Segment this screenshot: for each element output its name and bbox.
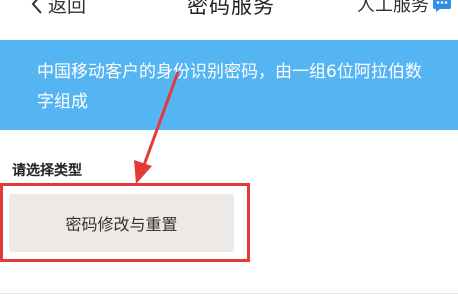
back-button[interactable]: 返回 xyxy=(30,0,86,17)
info-banner: 中国移动客户的身份识别密码，由一组6位阿拉伯数字组成 xyxy=(0,40,458,130)
back-label: 返回 xyxy=(48,0,87,17)
page-title: 密码服务 xyxy=(187,0,275,18)
customer-service-button[interactable]: 人工服务 xyxy=(357,0,452,17)
chevron-left-icon xyxy=(31,0,42,14)
top-navbar: 返回 密码服务 人工服务 xyxy=(0,0,458,26)
highlight-annotation-box xyxy=(0,183,250,262)
customer-service-label: 人工服务 xyxy=(357,0,429,16)
info-banner-text: 中国移动客户的身份识别密码，由一组6位阿拉伯数字组成 xyxy=(37,62,422,112)
chat-bubble-icon xyxy=(433,0,451,12)
password-service-page: 返回 密码服务 人工服务 中国移动客户的身份识别密码，由一组6位阿拉伯数字组成 … xyxy=(0,0,458,297)
select-type-label: 请选择类型 xyxy=(12,163,82,179)
divider xyxy=(0,293,458,294)
